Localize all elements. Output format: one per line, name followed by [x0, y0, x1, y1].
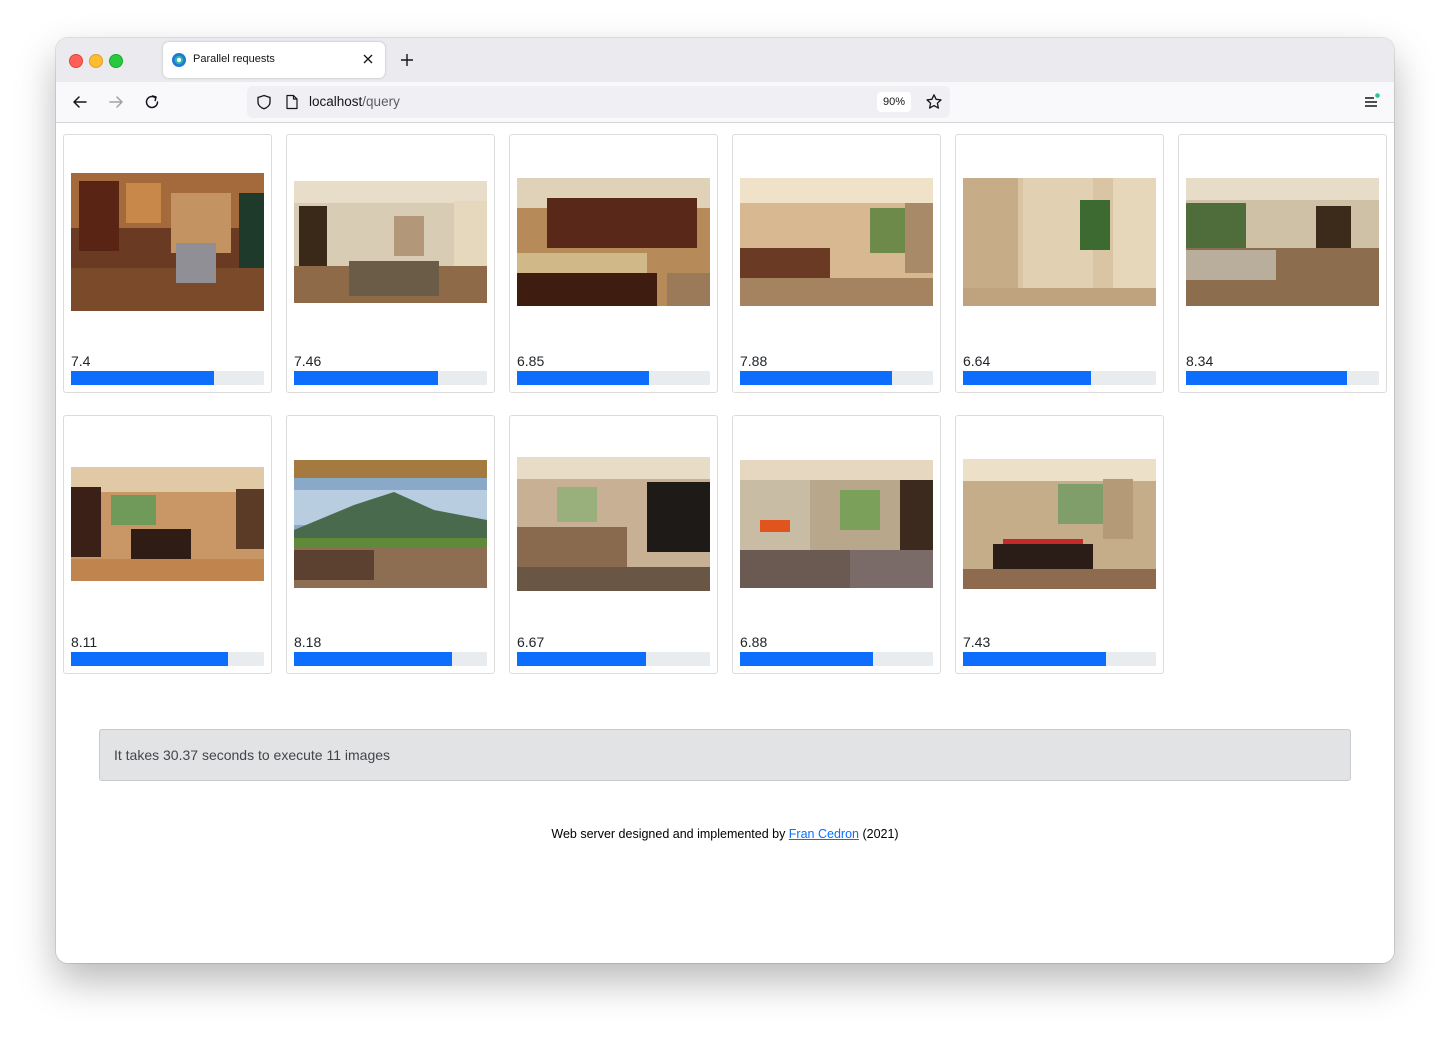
property-photo-bedroom [740, 178, 933, 306]
forward-icon[interactable] [107, 93, 125, 111]
progress-fill [517, 652, 646, 666]
footer: Web server designed and implemented by F… [56, 827, 1394, 841]
new-tab-icon[interactable] [398, 51, 416, 69]
progress-bar [517, 652, 710, 666]
progress-fill [71, 371, 214, 385]
tab-bar: Parallel requests [56, 38, 1394, 82]
close-icon[interactable] [361, 52, 375, 66]
progress-bar [740, 371, 933, 385]
score-label: 7.4 [71, 353, 91, 369]
progress-bar [963, 652, 1156, 666]
hamburger-menu-icon[interactable] [1362, 93, 1380, 111]
property-photo-master-bedroom [517, 457, 710, 591]
image-card: 6.85 [509, 134, 718, 393]
property-photo-bathroom [963, 178, 1156, 306]
zoom-level-badge[interactable]: 90% [877, 92, 911, 112]
property-photo-living-room [294, 181, 487, 303]
image-card: 8.34 [1178, 134, 1387, 393]
image-card: 7.46 [286, 134, 495, 393]
image-card: 8.18 [286, 415, 495, 674]
progress-bar [71, 371, 264, 385]
favicon-icon [172, 53, 186, 67]
progress-fill [740, 371, 893, 385]
property-photo-dining-room [963, 459, 1156, 589]
property-photo-living-room-fireplace [740, 460, 933, 588]
progress-bar [71, 652, 264, 666]
image-card: 6.88 [732, 415, 941, 674]
footer-prefix: Web server designed and implemented by [551, 827, 789, 841]
url-text[interactable]: localhost/query [309, 94, 400, 109]
image-card: 6.64 [955, 134, 1164, 393]
address-bar[interactable]: localhost/query 90% [247, 86, 950, 118]
tab-title: Parallel requests [193, 53, 275, 65]
reload-icon[interactable] [143, 93, 161, 111]
property-photo-kitchen-open [71, 467, 264, 581]
back-icon[interactable] [71, 93, 89, 111]
progress-bar [1186, 371, 1379, 385]
author-link[interactable]: Fran Cedron [789, 827, 859, 841]
progress-fill [963, 652, 1107, 666]
score-label: 7.88 [740, 353, 768, 369]
page-content: 7.4 7.46 6.85 7.88 6.64 8.34 8.11 8.18 6… [56, 123, 1394, 963]
progress-bar [294, 652, 487, 666]
progress-bar [294, 371, 487, 385]
shield-icon[interactable] [256, 94, 272, 110]
score-label: 8.34 [1186, 353, 1214, 369]
score-label: 7.43 [963, 634, 991, 650]
property-photo-kitchen [71, 173, 264, 311]
page-icon [286, 94, 298, 110]
minimize-window-button[interactable] [89, 54, 103, 68]
progress-bar [517, 371, 710, 385]
score-label: 8.18 [294, 634, 322, 650]
progress-fill [294, 371, 438, 385]
score-label: 8.11 [71, 634, 98, 650]
close-window-button[interactable] [69, 54, 83, 68]
execution-summary-alert: It takes 30.37 seconds to execute 11 ima… [99, 729, 1351, 781]
property-photo-great-room [1186, 178, 1379, 306]
bookmark-star-icon[interactable] [925, 93, 943, 111]
score-label: 6.64 [963, 353, 991, 369]
image-card: 6.67 [509, 415, 718, 674]
progress-fill [294, 652, 452, 666]
progress-fill [71, 652, 228, 666]
zoom-window-button[interactable] [109, 54, 123, 68]
browser-window: Parallel requests localhost/query 90% 7.… [56, 38, 1394, 963]
url-path: /query [362, 94, 400, 109]
progress-fill [740, 652, 873, 666]
progress-bar [740, 652, 933, 666]
score-label: 6.85 [517, 353, 545, 369]
score-label: 6.67 [517, 634, 545, 650]
score-label: 7.46 [294, 353, 322, 369]
progress-fill [963, 371, 1092, 385]
property-photo-living-room-view [294, 460, 487, 588]
progress-bar [963, 371, 1156, 385]
image-card: 8.11 [63, 415, 272, 674]
image-card: 7.88 [732, 134, 941, 393]
score-label: 6.88 [740, 634, 768, 650]
navigation-toolbar: localhost/query 90% [56, 82, 1394, 123]
summary-text: It takes 30.37 seconds to execute 11 ima… [114, 747, 391, 763]
progress-fill [517, 371, 650, 385]
image-card: 7.43 [955, 415, 1164, 674]
url-host: localhost [309, 94, 363, 109]
tab-parallel-requests[interactable]: Parallel requests [163, 42, 385, 78]
progress-fill [1186, 371, 1347, 385]
footer-suffix: (2021) [858, 827, 899, 841]
image-card: 7.4 [63, 134, 272, 393]
property-photo-kitchen-island [517, 178, 710, 306]
